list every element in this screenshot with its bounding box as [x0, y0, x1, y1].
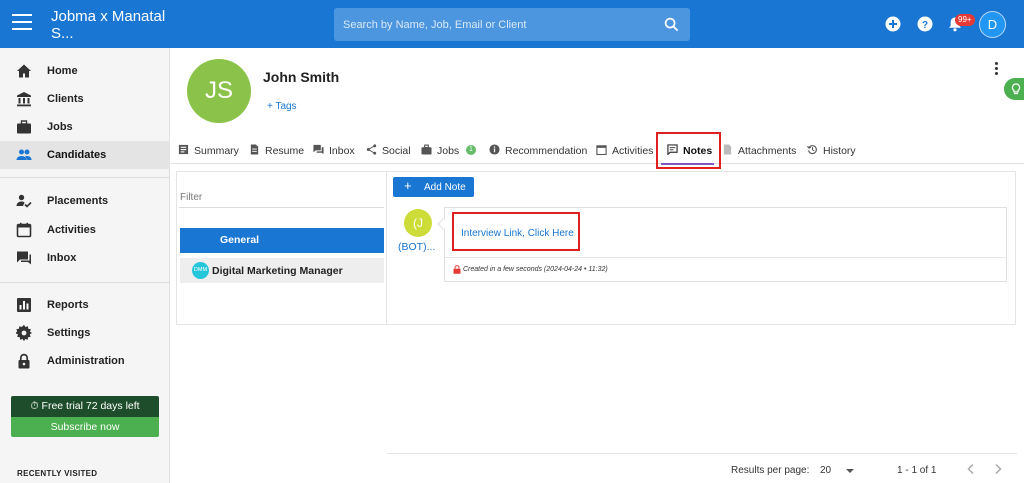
- sidebar-item-label: Candidates: [47, 149, 107, 161]
- person-check-icon: [16, 194, 32, 208]
- people-icon: [16, 149, 32, 160]
- private-lock-icon: [453, 265, 461, 274]
- svg-text:?: ?: [922, 20, 928, 31]
- help-icon[interactable]: ?: [917, 16, 933, 32]
- sidebar-item-administration[interactable]: Administration: [0, 347, 170, 375]
- add-note-button[interactable]: + Add Note: [393, 177, 474, 197]
- home-icon: [17, 64, 31, 78]
- subscribe-button[interactable]: Subscribe now: [11, 417, 159, 437]
- tab-label: Attachments: [738, 145, 797, 157]
- highlight-notes-tab: [656, 132, 721, 169]
- bar-chart-icon: [17, 298, 31, 312]
- briefcase-icon: [421, 144, 432, 155]
- results-per-page-label: Results per page:: [731, 465, 810, 476]
- bot-avatar: (J: [404, 209, 432, 237]
- tab-label: Jobs: [437, 145, 460, 157]
- pagination-range: 1 - 1 of 1: [897, 465, 937, 476]
- filter-general[interactable]: General: [180, 228, 384, 253]
- divider: [0, 177, 170, 178]
- note-divider: [445, 257, 1006, 258]
- tab-label: Activities: [612, 145, 654, 157]
- sidebar-item-label: Settings: [47, 327, 91, 339]
- tab-label: Inbox: [329, 145, 355, 157]
- tab-label: Social: [382, 145, 411, 157]
- sidebar-item-label: Jobs: [47, 121, 73, 133]
- add-icon[interactable]: [885, 16, 901, 32]
- search-icon[interactable]: [664, 17, 679, 32]
- filter-job-item[interactable]: DMM Digital Marketing Manager: [180, 258, 384, 283]
- filter-input[interactable]: [179, 188, 384, 208]
- add-note-label: Add Note: [424, 182, 466, 193]
- user-avatar[interactable]: D: [979, 11, 1006, 38]
- job-badge: DMM: [192, 262, 209, 279]
- divider: [0, 282, 170, 283]
- sidebar-item-label: Inbox: [47, 252, 77, 264]
- sidebar-item-label: Activities: [47, 224, 96, 236]
- prev-page-icon[interactable]: [964, 462, 978, 476]
- sidebar: Home Clients Jobs Candidates Placements …: [0, 48, 170, 483]
- calendar-icon: [16, 222, 32, 238]
- add-tags-link[interactable]: + Tags: [267, 101, 297, 112]
- more-options-icon[interactable]: [991, 62, 1001, 76]
- paperclip-icon: [723, 144, 732, 155]
- history-icon: [807, 145, 817, 155]
- inbox-icon: [313, 144, 324, 155]
- candidate-avatar: JS: [187, 59, 251, 123]
- plus-icon: +: [404, 178, 412, 193]
- sidebar-item-candidates[interactable]: Candidates: [0, 141, 170, 169]
- lock-icon: [18, 353, 30, 369]
- filter-job-label: Digital Marketing Manager: [212, 265, 343, 277]
- sidebar-item-settings[interactable]: Settings: [0, 319, 170, 347]
- sidebar-item-inbox[interactable]: Inbox: [0, 244, 170, 272]
- tab-label: Recommendation: [505, 145, 588, 157]
- recently-visited-heading: RECENTLY VISITED: [17, 469, 98, 478]
- results-per-page-select[interactable]: 20: [820, 465, 831, 476]
- sidebar-item-label: Clients: [47, 93, 84, 105]
- top-bar: Jobma x Manatal S... ? 99+ D: [0, 0, 1024, 48]
- share-icon: [366, 144, 377, 155]
- info-icon: [489, 144, 500, 155]
- app-title[interactable]: Jobma x Manatal S...: [51, 8, 171, 42]
- bank-icon: [17, 92, 31, 107]
- sidebar-item-clients[interactable]: Clients: [0, 85, 170, 113]
- dropdown-caret-icon[interactable]: [846, 469, 854, 473]
- search-bar[interactable]: [334, 8, 690, 41]
- lightbulb-icon[interactable]: [1004, 78, 1024, 100]
- menu-icon[interactable]: [12, 14, 32, 30]
- candidate-name: John Smith: [263, 69, 340, 85]
- chat-icon: [17, 251, 31, 265]
- briefcase-icon: [17, 120, 31, 134]
- highlight-interview-link: [452, 212, 580, 251]
- tab-label: Resume: [265, 145, 305, 157]
- candidate-tabs: Summary Resume Inbox Social Jobs 1 Recom…: [171, 137, 1024, 164]
- trial-banner: ⏱ Free trial 72 days left: [11, 396, 159, 417]
- calendar-icon: [596, 145, 607, 155]
- next-page-icon[interactable]: [991, 462, 1005, 476]
- tab-label: Summary: [194, 145, 239, 157]
- note-timestamp: Created in a few seconds (2024-04-24 • 1…: [463, 266, 608, 273]
- jobs-count-badge: 1: [466, 145, 476, 155]
- sidebar-item-reports[interactable]: Reports: [0, 291, 170, 319]
- summary-icon: [178, 144, 189, 155]
- panel-divider: [386, 172, 387, 324]
- sidebar-item-activities[interactable]: Activities: [0, 216, 170, 244]
- gear-icon: [16, 325, 32, 341]
- sidebar-item-jobs[interactable]: Jobs: [0, 113, 170, 141]
- notification-badge: 99+: [955, 14, 975, 26]
- sidebar-item-label: Home: [47, 65, 78, 77]
- sidebar-item-label: Administration: [47, 355, 125, 367]
- sidebar-item-label: Placements: [47, 195, 109, 207]
- footer-divider: [387, 453, 1017, 454]
- trial-text: Free trial 72 days left: [41, 400, 140, 412]
- sidebar-item-placements[interactable]: Placements: [0, 187, 170, 215]
- tab-label: History: [823, 145, 856, 157]
- sidebar-item-home[interactable]: Home: [0, 57, 170, 85]
- stopwatch-icon: ⏱: [30, 400, 42, 412]
- bot-label[interactable]: (BOT)...: [398, 241, 435, 253]
- search-input[interactable]: [334, 8, 654, 41]
- document-icon: [250, 144, 259, 155]
- sidebar-item-label: Reports: [47, 299, 89, 311]
